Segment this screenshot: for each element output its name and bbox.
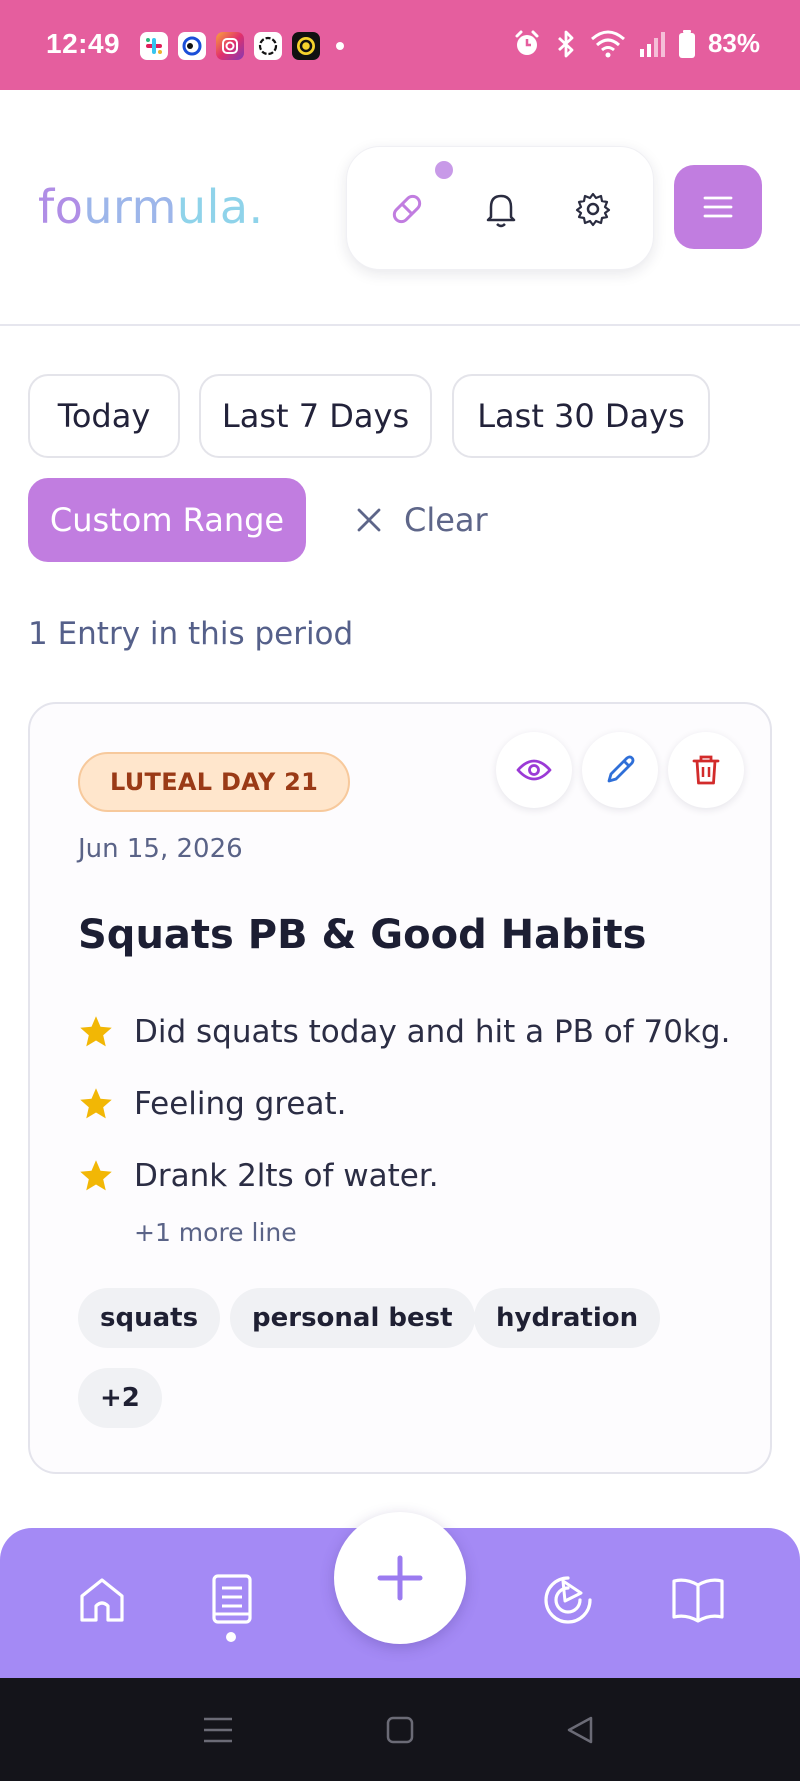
- status-time: 12:49: [46, 28, 121, 59]
- battery-percent: 83%: [707, 28, 760, 58]
- chatgpt-icon: [254, 32, 282, 60]
- entry-title: Squats PB & Good Habits: [78, 912, 647, 958]
- filter-today[interactable]: Today: [28, 374, 180, 458]
- progress-icon: [544, 1576, 592, 1624]
- home-icon: [80, 1578, 124, 1622]
- app-header: fourmula.: [0, 90, 800, 326]
- eye-icon: [516, 759, 552, 781]
- edit-entry-button[interactable]: [582, 732, 658, 808]
- notification-dot: [435, 161, 453, 179]
- nav-library[interactable]: [668, 1570, 728, 1630]
- entry-line: Did squats today and hit a PB of 70kg.: [78, 996, 758, 1068]
- cycle-phase-badge: LUTEAL DAY 21: [78, 752, 351, 812]
- filter-custom-range[interactable]: Custom Range: [28, 478, 306, 562]
- nav-journal[interactable]: [202, 1570, 262, 1630]
- filter-last-7-days[interactable]: Last 7 Days: [199, 374, 432, 458]
- entry-line: Feeling great.: [78, 1068, 758, 1140]
- instagram-icon: [216, 32, 244, 60]
- notification-icons: [140, 32, 344, 60]
- entry-actions: [496, 732, 744, 808]
- pencil-icon: [607, 755, 635, 783]
- home-button[interactable]: [380, 1710, 420, 1750]
- bluetooth-icon: [558, 30, 574, 57]
- add-icon: [377, 1555, 423, 1601]
- star-icon: [80, 1016, 112, 1047]
- hamburger-menu-icon: [703, 196, 733, 218]
- tag[interactable]: hydration: [474, 1288, 661, 1348]
- star-icon: [80, 1160, 112, 1191]
- slack-icon: [140, 32, 168, 60]
- more-tags-badge[interactable]: +2: [78, 1368, 162, 1428]
- status-indicators: 83%: [512, 28, 760, 59]
- more-notifications-dot: [336, 42, 344, 50]
- status-bar: 12:49 83%: [0, 0, 800, 90]
- entry-lines: Did squats today and hit a PB of 70kg. F…: [78, 996, 758, 1247]
- add-entry-button[interactable]: [334, 1512, 466, 1644]
- entries-count: 1 Entry in this period: [28, 616, 354, 652]
- header-actions: [346, 146, 654, 270]
- nav-home[interactable]: [72, 1570, 132, 1630]
- wifi-icon: [590, 30, 625, 57]
- tag[interactable]: squats: [78, 1288, 221, 1348]
- clear-label: Clear: [404, 501, 488, 539]
- tag[interactable]: personal best: [230, 1288, 475, 1348]
- book-icon: [672, 1578, 724, 1623]
- pill-icon[interactable]: [387, 189, 427, 229]
- journal-entry-card[interactable]: LUTEAL DAY 21 Jun 15, 2026 Squats PB & G…: [28, 702, 772, 1474]
- recent-apps-button[interactable]: [198, 1710, 238, 1750]
- entry-date: Jun 15, 2026: [78, 834, 243, 864]
- nav-active-indicator: [226, 1632, 236, 1642]
- home-square-icon: [386, 1716, 414, 1744]
- more-lines-indicator[interactable]: +1 more line: [78, 1218, 758, 1247]
- trash-icon: [692, 755, 720, 785]
- signal-icon: [639, 31, 665, 57]
- bell-icon[interactable]: [481, 189, 521, 229]
- close-icon: [357, 508, 381, 532]
- gear-icon[interactable]: [573, 189, 613, 229]
- nav-progress[interactable]: [538, 1570, 598, 1630]
- alarm-icon: [515, 30, 539, 55]
- star-icon: [80, 1088, 112, 1119]
- app-icon: [178, 32, 206, 60]
- app-logo[interactable]: fourmula.: [38, 180, 264, 234]
- back-icon: [567, 1716, 593, 1744]
- coin-icon: [292, 32, 320, 60]
- clear-filter-button[interactable]: Clear: [356, 478, 488, 562]
- view-entry-button[interactable]: [496, 732, 572, 808]
- journal-icon: [212, 1574, 252, 1624]
- back-button[interactable]: [560, 1710, 600, 1750]
- hamburger-menu-button[interactable]: [674, 165, 762, 249]
- filter-last-30-days[interactable]: Last 30 Days: [452, 374, 710, 458]
- system-navigation-bar: [0, 1678, 800, 1781]
- entry-line: Drank 2lts of water.: [78, 1140, 758, 1212]
- recent-apps-icon: [204, 1717, 232, 1743]
- delete-entry-button[interactable]: [668, 732, 744, 808]
- battery-icon: [678, 29, 695, 58]
